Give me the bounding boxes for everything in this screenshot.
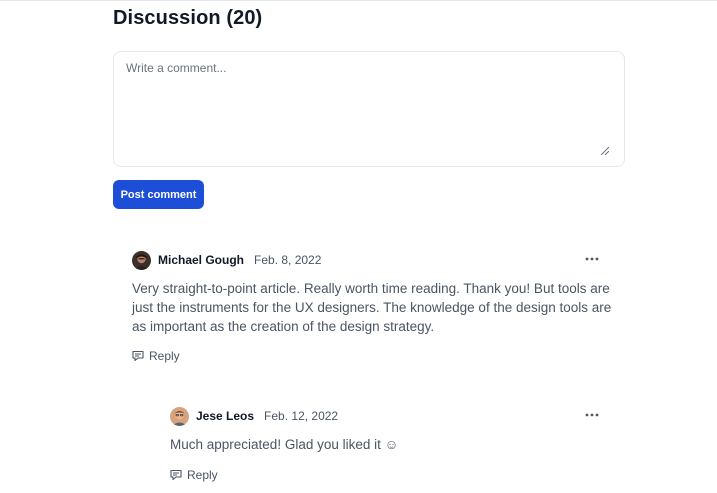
reply-button[interactable]: Reply: [170, 468, 218, 482]
top-divider: [0, 0, 717, 1]
comment-box: [113, 51, 625, 167]
resize-handle-icon[interactable]: [600, 146, 609, 155]
reply-icon: [170, 469, 182, 481]
comment-text: Very straight-to-point article. Really w…: [132, 281, 612, 334]
avatar: [132, 250, 151, 270]
comment-item: Jese Leos Feb. 12, 2022 Much appreciated…: [170, 406, 610, 490]
comment-author[interactable]: Michael Gough: [158, 253, 244, 267]
comment-date: Feb. 8, 2022: [254, 253, 322, 267]
avatar: [170, 406, 189, 426]
reply-label: Reply: [187, 468, 218, 482]
reply-icon: [132, 350, 144, 362]
avatar-michael-gough-icon: [132, 250, 151, 270]
comment-text: Much appreciated! Glad you liked it ☺: [170, 437, 399, 452]
post-comment-button[interactable]: Post comment: [113, 180, 204, 209]
comment-options-button[interactable]: [583, 252, 601, 266]
reply-button[interactable]: Reply: [132, 349, 180, 363]
comment-date: Feb. 12, 2022: [264, 409, 339, 423]
comment-header: Jese Leos Feb. 12, 2022: [170, 406, 338, 426]
comment-input[interactable]: [114, 52, 624, 166]
discussion-title: Discussion (20): [113, 7, 263, 29]
more-horizontal-icon: [585, 257, 599, 261]
comment-item: Michael Gough Feb. 8, 2022 Very straight…: [132, 250, 612, 370]
avatar-jese-leos-icon: [170, 406, 189, 426]
comment-options-button[interactable]: [583, 408, 601, 422]
reply-label: Reply: [149, 349, 180, 363]
comment-header: Michael Gough Feb. 8, 2022: [132, 250, 321, 270]
comment-author[interactable]: Jese Leos: [196, 409, 254, 423]
more-horizontal-icon: [585, 413, 599, 417]
